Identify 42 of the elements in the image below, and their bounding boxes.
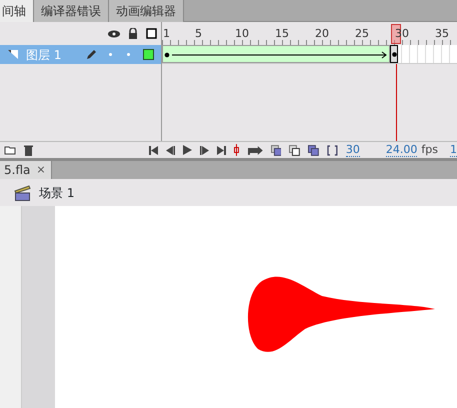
keyframe-dot-icon bbox=[392, 52, 396, 57]
frame-number: 1 bbox=[163, 26, 170, 42]
layer-icon bbox=[8, 50, 18, 59]
folder-icon[interactable] bbox=[4, 145, 16, 155]
visible-dot-icon[interactable] bbox=[109, 53, 112, 56]
play-icon[interactable] bbox=[182, 145, 192, 155]
first-frame-icon[interactable] bbox=[148, 146, 158, 154]
frame-number: 10 bbox=[235, 26, 249, 42]
outline-color-icon[interactable] bbox=[143, 49, 154, 60]
last-frame-icon[interactable] bbox=[216, 146, 226, 154]
trash-icon[interactable] bbox=[24, 144, 33, 156]
onion-outline-icon[interactable] bbox=[289, 144, 300, 156]
document-tab[interactable]: 5.fla bbox=[4, 161, 30, 179]
scene-label[interactable]: 场景 1 bbox=[39, 184, 74, 202]
unlocked-dot-icon[interactable] bbox=[127, 53, 130, 56]
center-frame-icon[interactable] bbox=[234, 144, 239, 156]
onion-skin-icon[interactable] bbox=[270, 144, 282, 156]
eye-icon[interactable] bbox=[108, 30, 120, 38]
current-frame: 30 bbox=[346, 144, 360, 156]
frame-number: 15 bbox=[275, 26, 289, 42]
frame-number: 5 bbox=[195, 26, 202, 42]
edit-frames-icon[interactable] bbox=[308, 144, 320, 156]
panel-tab[interactable]: 间轴 bbox=[0, 0, 34, 22]
outline-icon[interactable] bbox=[146, 28, 157, 39]
clapperboard-icon bbox=[14, 184, 31, 200]
markers-icon[interactable] bbox=[327, 144, 338, 156]
step-forward-icon[interactable] bbox=[200, 146, 209, 154]
frame-number: 20 bbox=[315, 26, 329, 42]
panel-tab[interactable]: 动画编辑器 bbox=[109, 0, 184, 22]
pencil-icon bbox=[86, 49, 97, 60]
lock-icon[interactable] bbox=[128, 28, 138, 39]
frame-number: 25 bbox=[355, 26, 369, 42]
keyframe[interactable] bbox=[390, 45, 398, 63]
panel-tab[interactable]: 编译器错误 bbox=[34, 0, 109, 22]
frame-number: 35 bbox=[435, 26, 449, 42]
elapsed-time: 1 bbox=[450, 144, 457, 156]
close-button[interactable]: × bbox=[30, 161, 46, 179]
frame-rate[interactable]: 24.00 bbox=[386, 144, 418, 156]
fps-label: fps bbox=[421, 142, 438, 158]
loop-icon[interactable] bbox=[246, 146, 263, 154]
step-back-icon[interactable] bbox=[166, 146, 175, 154]
layer-name: 图层 1 bbox=[26, 46, 62, 64]
